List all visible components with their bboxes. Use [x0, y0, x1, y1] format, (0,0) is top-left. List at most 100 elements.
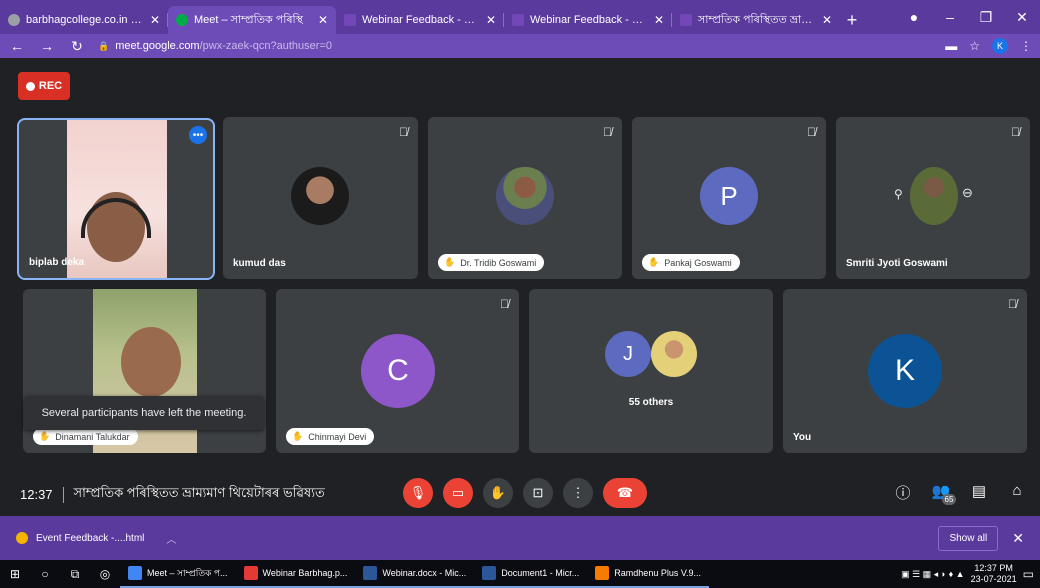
tile-tridib-goswami[interactable]: 🎙̸ ✋ Dr. Tridib Goswami [428, 117, 622, 279]
url-field[interactable]: 🔒 meet.google.com/pwx-zaek-qcn?authuser=… [98, 40, 933, 52]
notification-toast: Several participants have left the meeti… [24, 396, 264, 430]
profile-photo [651, 331, 697, 377]
tile-biplab-deka[interactable]: ••• biplab deka [17, 118, 215, 280]
mic-off-icon: 🎙̸ [603, 125, 612, 139]
account-circle-icon[interactable]: ● [896, 9, 932, 25]
present-screen-button[interactable]: ⊡ [523, 478, 553, 508]
download-item[interactable]: Event Feedback -....html ︿ [16, 531, 176, 546]
raise-hand-button[interactable]: ✋ [483, 478, 513, 508]
tab-feedback-2[interactable]: Webinar Feedback - Google ✕ [504, 6, 672, 34]
search-icon[interactable]: ○ [30, 560, 60, 588]
windows-taskbar: ⊞ ○ ⧉ ◎ Meet – সাম্প্ৰতিক প... Webinar B… [0, 560, 1040, 588]
address-bar: ← → ↻ 🔒 meet.google.com/pwx-zaek-qcn?aut… [0, 34, 1040, 58]
minimize-icon[interactable]: – [932, 9, 968, 25]
participant-name: Smriti Jyoti Goswami [846, 258, 948, 269]
participant-name: Dinamani Talukdar [55, 431, 130, 442]
tab-title: Meet – সাম্প্ৰতিক পৰিস্থি [194, 13, 303, 26]
raised-hand-icon: ✋ [292, 431, 304, 441]
mic-off-icon: 🎙̸ [500, 297, 509, 311]
maximize-icon[interactable]: ❐ [968, 9, 1004, 26]
activities-icon[interactable]: ⌂ [1006, 482, 1028, 517]
clock[interactable]: 12:37 PM 23-07-2021 [971, 563, 1017, 585]
menu-kebab-icon[interactable]: ⋮ [1020, 39, 1032, 53]
meeting-time: 12:37 [20, 487, 53, 502]
close-icon[interactable]: ✕ [1012, 530, 1024, 547]
close-icon[interactable]: ✕ [486, 13, 496, 27]
tile-you[interactable]: 🎙̸ K You [783, 289, 1027, 453]
meeting-controls-bar: 12:37 সাম্প্ৰতিক পৰিস্থিতত ভ্ৰাম্যমাণ থি… [0, 466, 1040, 516]
url-path: /pwx-zaek-qcn?authuser=0 [199, 40, 332, 52]
windows-start-icon[interactable]: ⊞ [0, 560, 30, 588]
participant-name: You [793, 432, 812, 443]
taskbar-app-word-2[interactable]: Document1 - Micr... [474, 560, 588, 588]
url-host: meet.google.com [115, 40, 200, 52]
forms-icon [680, 14, 692, 26]
people-icon[interactable]: 👥65 [930, 482, 957, 517]
chevron-up-icon[interactable]: ︿ [166, 531, 176, 546]
tile-pankaj-goswami[interactable]: 🎙̸ P ✋ Pankaj Goswami [632, 117, 826, 279]
tab-calendar[interactable]: barbhagcollege.co.in – Calen ✕ [0, 6, 168, 34]
participant-name-chip: ✋ Chinmayi Devi [286, 428, 375, 445]
chrome-icon[interactable]: ◎ [90, 560, 120, 588]
camera-off-icon: ▭ [451, 485, 465, 500]
notification-icon[interactable]: ▭ [1023, 567, 1034, 581]
taskbar-app-word-1[interactable]: Webinar.docx - Mic... [355, 560, 475, 588]
reload-icon[interactable]: ↻ [68, 38, 86, 55]
pin-icon[interactable]: ⚲ [894, 187, 903, 201]
recording-badge: REC [18, 72, 70, 100]
show-all-button[interactable]: Show all [938, 525, 999, 551]
camera-icon[interactable]: ▬ [945, 39, 957, 53]
tile-kumud-das[interactable]: 🎙̸ kumud das [223, 117, 418, 279]
toolbar-icons: ▬ ☆ K ⋮ [945, 38, 1032, 54]
clock-date: 23-07-2021 [970, 574, 1017, 584]
more-options-icon[interactable]: ••• [189, 126, 207, 144]
tab-feedback-1[interactable]: Webinar Feedback - Google ✕ [336, 6, 504, 34]
profile-photo [291, 167, 349, 225]
camera-toggle-button[interactable]: ▭ [443, 478, 473, 508]
taskbar-app-meet[interactable]: Meet – সাম্প্ৰতিক প... [120, 560, 236, 588]
meeting-info: 12:37 সাম্প্ৰতিক পৰিস্থিতত ভ্ৰাম্যমাণ থি… [20, 484, 325, 505]
tab-title: Webinar Feedback - Google [362, 14, 480, 26]
browser-tab-strip: barbhagcollege.co.in – Calen ✕ Meet – সা… [0, 0, 1040, 34]
close-icon[interactable]: ✕ [318, 13, 328, 27]
new-tab-button[interactable]: + [840, 6, 864, 34]
tray-icons[interactable]: ▣ ☰ ▦ ◂ ◗ ♦ ▲ [901, 569, 965, 580]
chat-icon[interactable]: ▤ [968, 482, 990, 517]
tile-chinmayi-devi[interactable]: 🎙̸ C ✋ Chinmayi Devi [276, 289, 519, 453]
close-icon[interactable]: ✕ [822, 13, 832, 27]
downloads-bar: Event Feedback -....html ︿ Show all ✕ [0, 516, 1040, 560]
tab-meet[interactable]: Meet – সাম্প্ৰতিক পৰিস্থি ✕ [168, 6, 336, 34]
forward-arrow-icon[interactable]: → [38, 38, 56, 54]
info-icon[interactable]: ⓘ [892, 482, 914, 517]
close-icon[interactable]: ✕ [654, 13, 664, 27]
bookmark-star-icon[interactable]: ☆ [969, 39, 980, 53]
mic-toggle-button[interactable]: 🎙 [403, 478, 433, 508]
taskbar-app-label: Meet – সাম্প্ৰতিক প... [147, 567, 228, 578]
task-view-icon[interactable]: ⧉ [60, 560, 90, 588]
tile-others[interactable]: J 55 others [529, 289, 773, 453]
tab-forms-title[interactable]: সাম্প্ৰতিক পৰিস্থিতত ভ্ৰাম্যমাণ ✕ [672, 6, 840, 34]
initial-avatar: P [700, 167, 758, 225]
system-tray: ▣ ☰ ▦ ◂ ◗ ♦ ▲ 12:37 PM 23-07-2021 ▭ [901, 563, 1040, 585]
close-window-icon[interactable]: ✕ [1004, 9, 1040, 26]
remove-icon[interactable]: ⊖ [962, 185, 973, 201]
center-controls: 🎙 ▭ ✋ ⊡ ⋮ ☎ [403, 478, 647, 508]
present-icon: ⊡ [532, 485, 544, 500]
initial-avatar: J [605, 331, 651, 377]
taskbar-app-label: Webinar.docx - Mic... [382, 568, 467, 578]
clock-time: 12:37 PM [974, 563, 1013, 573]
taskbar-app-ramdhenu[interactable]: Ramdhenu Plus V.9... [587, 560, 710, 588]
profile-avatar[interactable]: K [992, 38, 1008, 54]
participant-name: Chinmayi Devi [308, 431, 367, 442]
hand-icon: ✋ [489, 485, 507, 500]
meet-stage: REC ••• biplab deka 🎙̸ kumud das 🎙̸ ✋ Dr… [0, 58, 1040, 516]
tile-smriti-jyoti-goswami[interactable]: 🎙̸ ⚲ ⊖ Smriti Jyoti Goswami [836, 117, 1030, 279]
leave-call-button[interactable]: ☎ [603, 478, 647, 508]
back-arrow-icon[interactable]: ← [8, 38, 26, 54]
raised-hand-icon: ✋ [648, 257, 660, 267]
window-controls: ● – ❐ ✕ [896, 0, 1040, 34]
participant-name: Dr. Tridib Goswami [460, 257, 537, 268]
taskbar-app-pdf[interactable]: Webinar Barbhag.p... [235, 560, 356, 588]
close-icon[interactable]: ✕ [150, 13, 160, 27]
more-options-button[interactable]: ⋮ [563, 478, 593, 508]
